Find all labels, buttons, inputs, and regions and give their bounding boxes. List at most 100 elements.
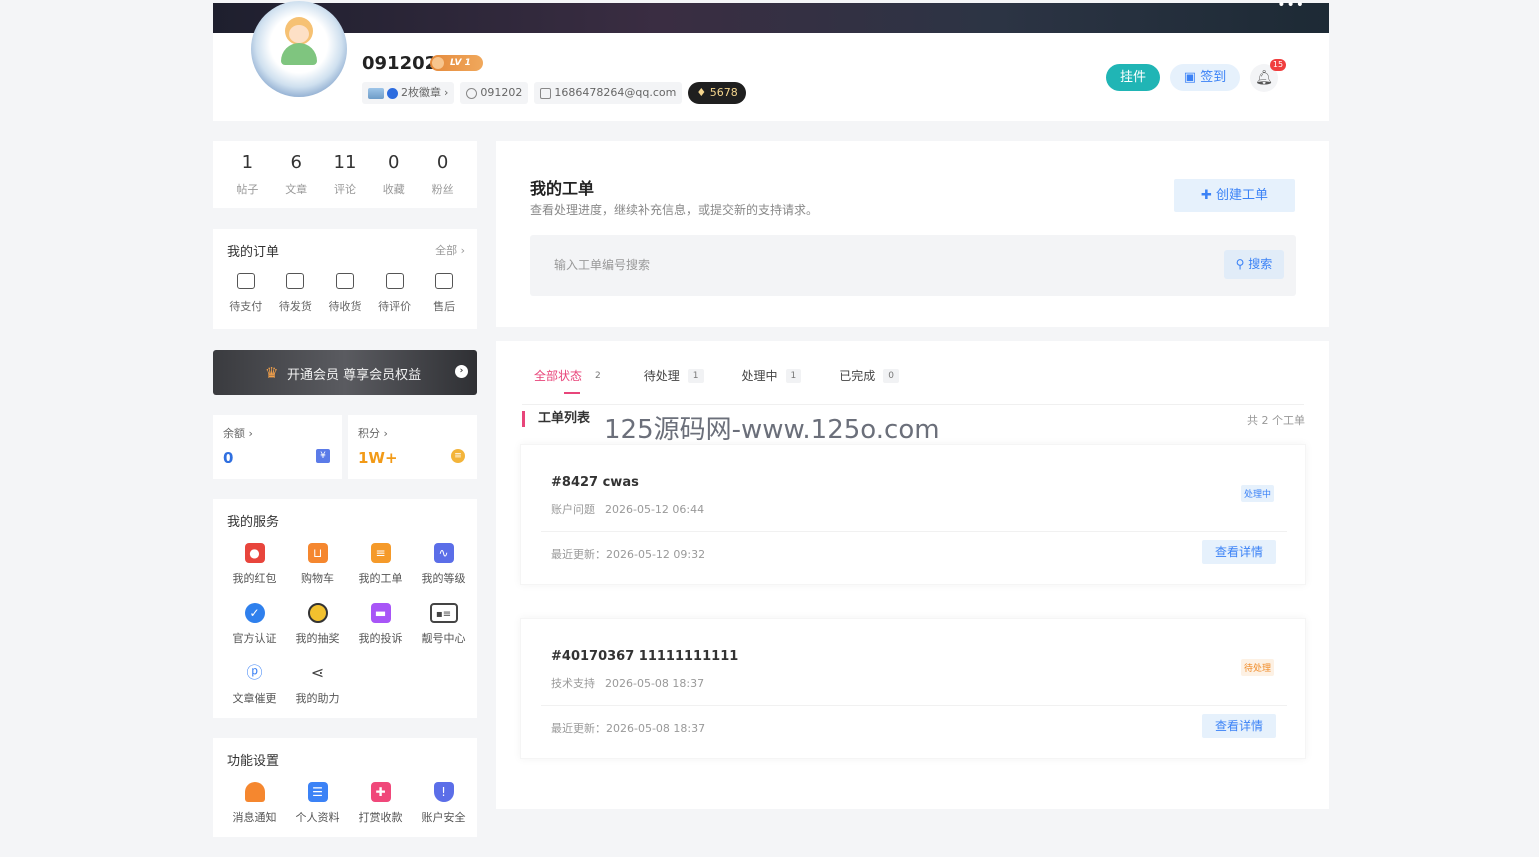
arrow-right-icon: › — [455, 365, 468, 378]
mail-icon — [540, 87, 552, 99]
ticket-meta: 账户问题 2026-05-12 06:44 — [551, 501, 704, 517]
ticket-category: 账户问题 — [551, 503, 595, 516]
my-orders: 我的订单 全部 › 待支付 待发货 待收货 待评价 售后 — [213, 229, 477, 329]
id-card-icon: ▪≡ — [429, 603, 458, 623]
coins-icon: ≡ — [451, 449, 465, 463]
ticket-divider — [541, 705, 1287, 706]
service-lottery[interactable]: 我的抽奖 — [286, 603, 349, 646]
after-sales-icon — [435, 273, 454, 289]
complaint-icon: ▬ — [370, 603, 391, 623]
ticket-created: 2026-05-08 18:37 — [605, 677, 705, 690]
stat-comments[interactable]: 11 评论 — [323, 141, 367, 208]
watermark: 125源码网-www.125o.com — [604, 415, 940, 445]
user-id: 091202 — [480, 86, 523, 99]
service-article-urge[interactable]: ⓟ 文章催更 — [223, 663, 286, 706]
service-red-packet[interactable]: ● 我的红包 — [223, 543, 286, 586]
balance-card[interactable]: 余额 › 0 ¥ — [213, 415, 342, 479]
service-id-center[interactable]: ▪≡ 靓号中心 — [412, 603, 475, 646]
setting-security[interactable]: ! 账户安全 — [412, 782, 475, 825]
signin-button[interactable]: ▣ 签到 — [1170, 64, 1240, 91]
ticket-search-input[interactable] — [542, 248, 1218, 282]
setting-label: 打赏收款 — [358, 811, 403, 824]
ticket-updated: 最近更新：2026-05-12 09:32 — [551, 548, 706, 561]
balance-value: 0 — [223, 449, 234, 467]
order-after-sales[interactable]: 售后 — [419, 273, 469, 314]
chevron-right-icon: › — [444, 86, 449, 99]
service-verified[interactable]: ✓ 官方认证 — [223, 603, 286, 646]
wallet-icon — [236, 273, 255, 289]
service-label: 我的工单 — [358, 572, 403, 585]
service-label: 我的投诉 — [358, 632, 403, 645]
tab-all[interactable]: 全部状态 2 — [534, 367, 606, 394]
stat-followers[interactable]: 0 粉丝 — [421, 141, 465, 208]
service-label: 官方认证 — [232, 632, 277, 645]
avatar[interactable] — [251, 1, 347, 97]
create-ticket-button[interactable]: ✚ 创建工单 — [1174, 179, 1295, 212]
comment-icon — [385, 273, 404, 289]
service-tickets[interactable]: ≡ 我的工单 — [349, 543, 412, 586]
points-card[interactable]: 积分 › 1W+ ≡ — [348, 415, 477, 479]
tab-pending[interactable]: 待处理 1 — [644, 367, 704, 384]
avatar-face — [289, 25, 309, 43]
notification-count: 15 — [1270, 59, 1286, 71]
tab-count: 2 — [595, 370, 601, 381]
order-pending-shipment[interactable]: 待发货 — [271, 273, 321, 314]
fingerprint-icon: ⓟ — [244, 663, 265, 683]
service-label: 文章催更 — [232, 692, 277, 705]
profile-meta: 2枚徽章 › 091202 1686478264@qq.com ♦ 5678 — [362, 82, 746, 104]
stat-posts[interactable]: 1 帖子 — [225, 141, 269, 208]
view-details-button[interactable]: 查看详情 — [1202, 540, 1276, 564]
stat-value: 0 — [436, 152, 449, 173]
view-details-button[interactable]: 查看详情 — [1202, 714, 1276, 738]
service-boost[interactable]: ⋖ 我的助力 — [286, 663, 349, 706]
service-cart[interactable]: ⊔ 购物车 — [286, 543, 349, 586]
status-tabs: 全部状态 2 待处理 1 处理中 1 已完成 0 — [534, 367, 937, 394]
search-button[interactable]: ⚲ 搜索 — [1224, 250, 1284, 279]
stat-articles[interactable]: 6 文章 — [274, 141, 318, 208]
service-level[interactable]: ∿ 我的等级 — [412, 543, 475, 586]
stat-label: 收藏 — [382, 183, 405, 196]
ticket-updated: 最近更新：2026-05-08 18:37 — [551, 722, 706, 735]
pendant-button[interactable]: 挂件 — [1106, 64, 1160, 91]
package-icon — [286, 273, 305, 289]
verified-icon: ✓ — [244, 603, 265, 623]
user-id-chip: 091202 — [460, 82, 529, 104]
setting-label: 消息通知 — [232, 811, 277, 824]
stat-label: 评论 — [333, 183, 356, 196]
ticket-meta: 技术支持 2026-05-08 18:37 — [551, 675, 704, 691]
tab-count: 0 — [883, 368, 899, 383]
stat-favorites[interactable]: 0 收藏 — [372, 141, 416, 208]
balance-title: 余额 › — [223, 427, 253, 440]
stat-label: 文章 — [285, 183, 308, 196]
orders-all-link[interactable]: 全部 › — [435, 242, 465, 258]
search-icon: ⚲ — [1235, 257, 1245, 271]
service-complaint[interactable]: ▬ 我的投诉 — [349, 603, 412, 646]
gift-icon: ✚ — [370, 782, 391, 802]
order-pending-receipt[interactable]: 待收货 — [320, 273, 370, 314]
vip-text: 开通会员 尊享会员权益 — [287, 368, 422, 383]
tab-count: 1 — [687, 368, 704, 383]
service-label: 我的红包 — [232, 572, 277, 585]
order-label: 待发货 — [278, 300, 312, 313]
service-label: 我的助力 — [295, 692, 340, 705]
service-label: 我的等级 — [421, 572, 466, 585]
tab-processing[interactable]: 处理中 1 — [742, 367, 802, 384]
email-chip: 1686478264@qq.com — [534, 82, 683, 104]
service-label: 购物车 — [301, 572, 334, 585]
service-label: 靓号中心 — [421, 632, 466, 645]
more-icon[interactable]: ••• — [1277, 0, 1305, 13]
search-label: 搜索 — [1248, 257, 1273, 271]
profile-icon: ☰ — [307, 782, 328, 802]
vip-banner[interactable]: ♛ 开通会员 尊享会员权益 › — [213, 350, 477, 395]
medals-label: 2枚徽章 — [401, 86, 441, 99]
order-pending-payment[interactable]: 待支付 — [221, 273, 271, 314]
order-pending-review[interactable]: 待评价 — [370, 273, 420, 314]
setting-tips[interactable]: ✚ 打赏收款 — [349, 782, 412, 825]
medal-icon — [368, 87, 384, 99]
calendar-icon: ▣ — [1183, 70, 1197, 85]
cart-icon: ⊔ — [307, 543, 328, 563]
setting-profile[interactable]: ☰ 个人资料 — [286, 782, 349, 825]
tab-completed[interactable]: 已完成 0 — [839, 367, 899, 384]
medals-chip[interactable]: 2枚徽章 › — [362, 82, 455, 104]
setting-notifications[interactable]: 消息通知 — [223, 782, 286, 825]
